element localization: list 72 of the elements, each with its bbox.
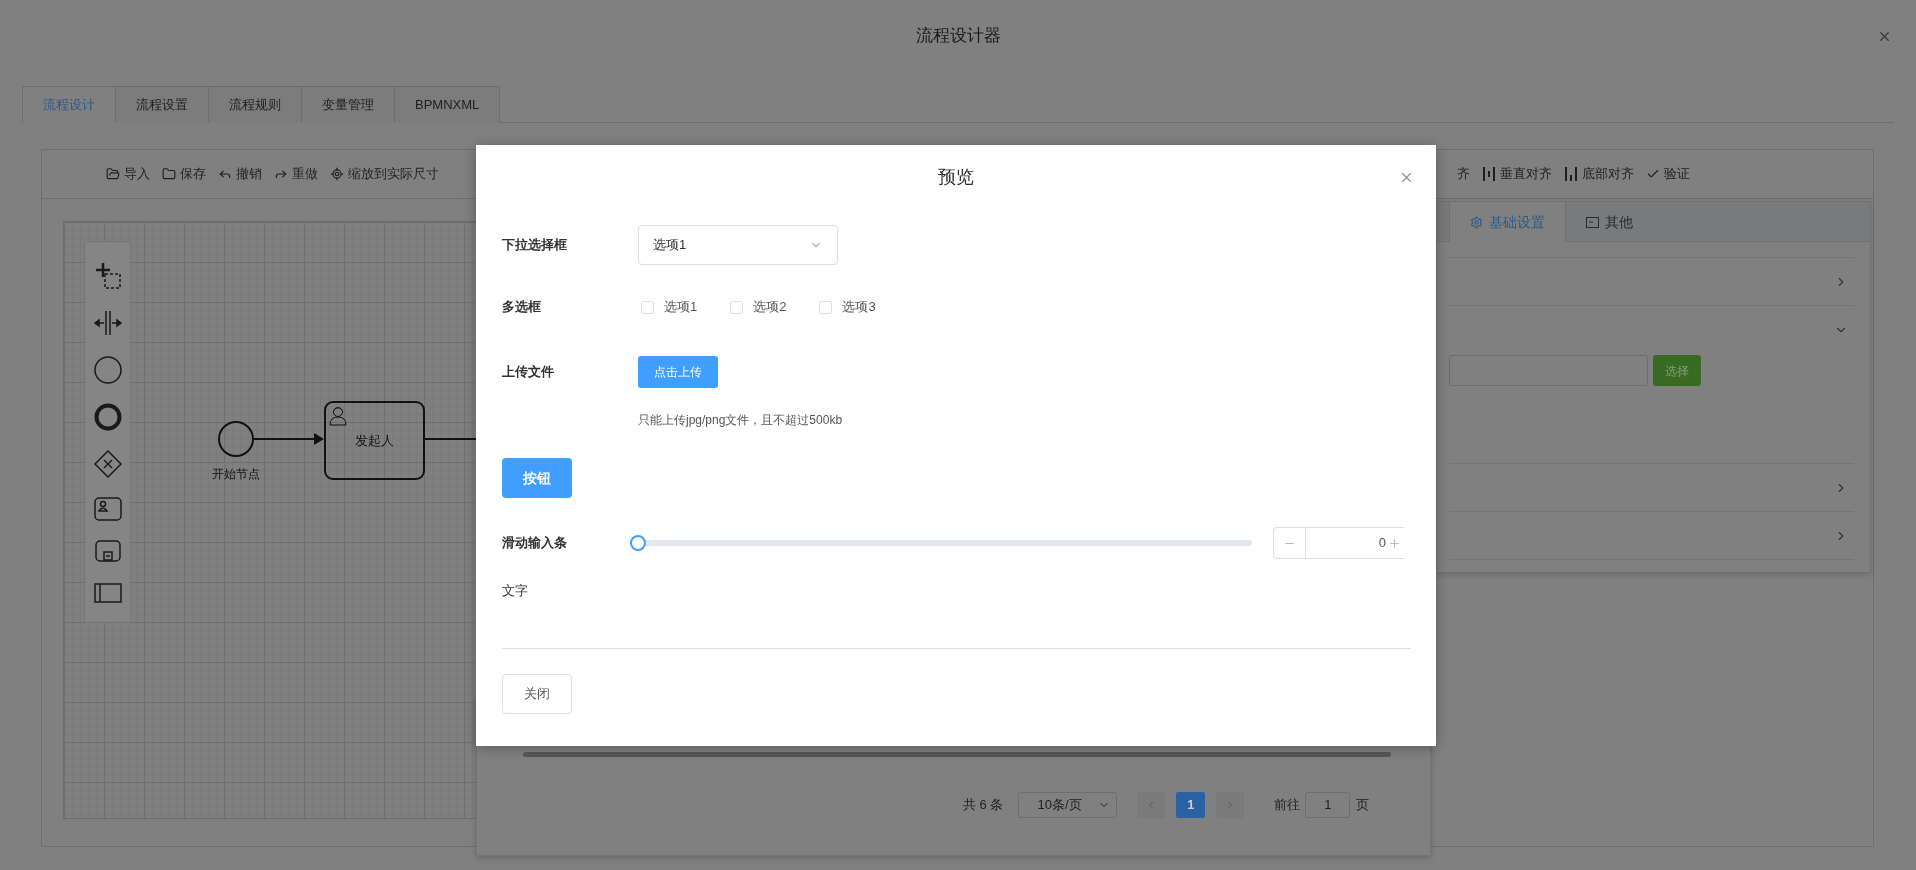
field-label: 滑动输入条: [502, 534, 568, 553]
goto-label: 前往: [1274, 796, 1301, 815]
number-input[interactable]: 0: [1273, 527, 1404, 559]
select-button[interactable]: 选择: [1653, 355, 1701, 386]
tab[interactable]: 流程设置: [116, 86, 209, 123]
card-icon: [1586, 216, 1599, 228]
checkbox-option[interactable]: 选项2: [727, 297, 787, 317]
node-label: 开始节点: [211, 466, 261, 483]
page-suffix: 页: [1356, 796, 1370, 815]
toolbar-button[interactable]: 底部对齐: [1564, 164, 1634, 184]
checkbox[interactable]: [641, 300, 654, 314]
upload-tip: 只能上传jpg/png文件，且不超过500kb: [638, 413, 843, 427]
toolbar-button[interactable]: 验证: [1646, 164, 1690, 184]
page-number[interactable]: 1: [1176, 792, 1206, 818]
start-event[interactable]: [218, 421, 254, 457]
crosshair-icon: [330, 167, 344, 181]
field-label: 文字: [502, 582, 529, 601]
number-value: 0: [1378, 534, 1386, 553]
person-icon: [329, 406, 347, 426]
page-input[interactable]: 1: [1305, 792, 1351, 818]
total-count: 共 6 条: [963, 796, 1004, 815]
folder-icon: [106, 167, 120, 181]
check-icon: [1646, 167, 1660, 181]
checkbox[interactable]: [730, 300, 744, 314]
user-task-icon[interactable]: [93, 497, 122, 521]
toolbar-button[interactable]: 齐: [1457, 164, 1470, 184]
action-button[interactable]: 按钮: [502, 458, 572, 498]
toolbar-button[interactable]: 缩放到实际尺寸: [330, 164, 439, 184]
checkbox-option[interactable]: 选项3: [816, 297, 876, 317]
toolbar-button[interactable]: 导入: [106, 164, 150, 184]
thick-circle-icon[interactable]: [93, 403, 122, 431]
toolbar-button[interactable]: 撤销: [218, 164, 262, 184]
space-tool-icon[interactable]: [93, 309, 122, 337]
dropdown-select[interactable]: 选项1: [638, 225, 838, 265]
redo-icon: [274, 167, 288, 181]
tab[interactable]: BPMNXML: [395, 86, 501, 123]
pool-icon[interactable]: [93, 583, 122, 603]
scrollbar[interactable]: [523, 752, 1391, 757]
field-label: 上传文件: [502, 363, 555, 382]
sequence-flow-line: [424, 438, 478, 440]
close-icon[interactable]: [1399, 170, 1414, 185]
slider[interactable]: [630, 534, 1252, 552]
page-size-select[interactable]: 10条/页: [1018, 792, 1118, 818]
circle-icon[interactable]: [93, 356, 122, 384]
undo-icon: [218, 167, 232, 181]
lasso-tool-icon[interactable]: [93, 262, 122, 290]
upload-button[interactable]: 点击上传: [638, 356, 718, 388]
slider-thumb[interactable]: [630, 535, 646, 551]
toolbar-button[interactable]: 重做: [274, 164, 318, 184]
close-button[interactable]: 关闭: [502, 674, 572, 714]
subprocess-icon[interactable]: [93, 540, 122, 564]
toolbar-button[interactable]: 垂直对齐: [1482, 164, 1552, 184]
settings-icon: [1470, 215, 1483, 229]
checkbox-option[interactable]: 选项1: [638, 297, 698, 317]
tab[interactable]: 流程规则: [209, 86, 302, 123]
field-label: 多选框: [502, 298, 542, 317]
align-vertical-icon: [1482, 166, 1496, 182]
align-bottom-icon: [1564, 166, 1578, 182]
plus-icon[interactable]: [1388, 536, 1401, 550]
close-icon[interactable]: [1877, 29, 1892, 44]
panel-tab[interactable]: 其他: [1566, 202, 1653, 242]
node-label: 发起人: [355, 431, 394, 450]
checkbox[interactable]: [819, 300, 833, 314]
window-title: 流程设计器: [915, 25, 1001, 48]
gateway-icon[interactable]: [93, 450, 122, 478]
toolbar-button[interactable]: 保存: [162, 164, 206, 184]
user-task-node[interactable]: 发起人: [324, 401, 425, 480]
dialog-title: 预览: [938, 165, 974, 189]
folder-icon: [162, 167, 176, 181]
sequence-flow-arrow: [253, 433, 324, 445]
tab[interactable]: 变量管理: [302, 86, 395, 123]
field-label: 下拉选择框: [502, 236, 568, 255]
